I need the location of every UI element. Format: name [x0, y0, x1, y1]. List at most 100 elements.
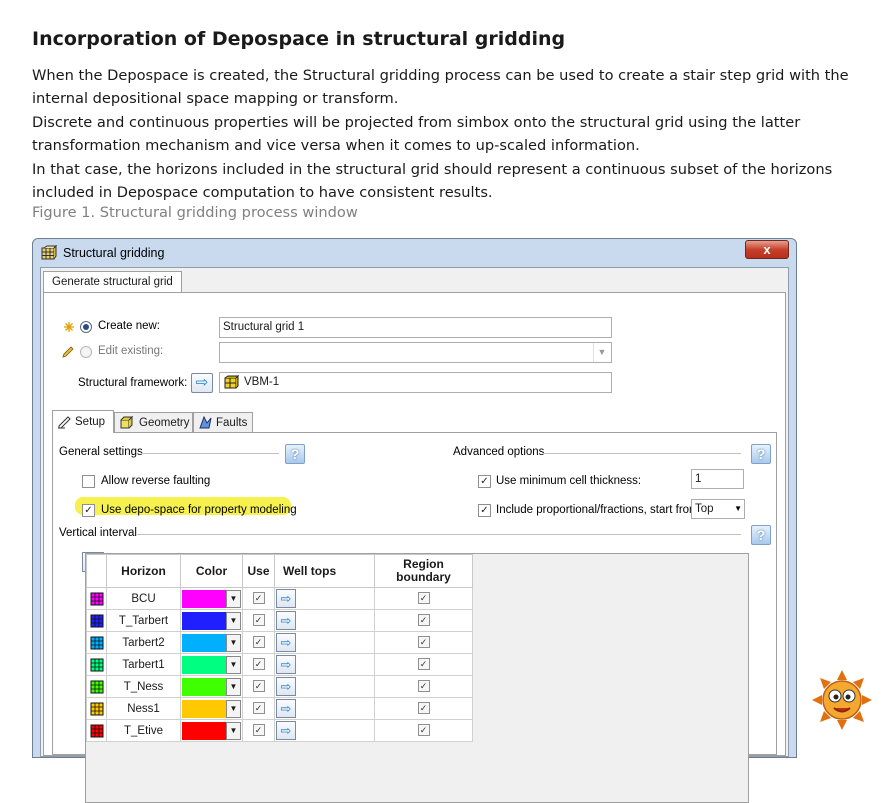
horizon-name-cell[interactable]: T_Tarbert: [106, 609, 181, 632]
use-checkbox[interactable]: ✓: [252, 614, 265, 627]
well-tops-cell[interactable]: ⇨: [274, 587, 375, 610]
well-tops-cell[interactable]: ⇨: [274, 719, 375, 742]
use-checkbox[interactable]: ✓: [252, 636, 265, 649]
region-boundary-cell[interactable]: ✓: [374, 653, 473, 676]
header-use[interactable]: Use: [242, 554, 275, 588]
color-cell[interactable]: ▼: [180, 675, 243, 698]
region-boundary-checkbox[interactable]: ✓: [417, 636, 430, 649]
create-new-input[interactable]: Structural grid 1: [219, 317, 612, 338]
chevron-down-icon[interactable]: ▼: [226, 612, 241, 630]
well-tops-button[interactable]: ⇨: [276, 699, 296, 718]
create-new-radio[interactable]: [80, 321, 92, 333]
well-tops-button[interactable]: ⇨: [276, 677, 296, 696]
table-row[interactable]: T_Tarbert ▼ ✓ ⇨ ✓: [86, 609, 473, 632]
chevron-down-icon[interactable]: ▼: [593, 343, 610, 362]
well-tops-cell[interactable]: ⇨: [274, 675, 375, 698]
use-checkbox[interactable]: ✓: [252, 592, 265, 605]
color-cell[interactable]: ▼: [180, 697, 243, 720]
region-boundary-cell[interactable]: ✓: [374, 587, 473, 610]
table-row[interactable]: T_Ness ▼ ✓ ⇨ ✓: [86, 675, 473, 698]
allow-reverse-checkbox[interactable]: [82, 475, 95, 488]
region-boundary-checkbox[interactable]: ✓: [417, 724, 430, 737]
insert-framework-button[interactable]: ⇨: [191, 373, 213, 393]
edit-existing-radio[interactable]: [80, 346, 92, 358]
chevron-down-icon[interactable]: ▼: [226, 634, 241, 652]
horizon-name-cell[interactable]: Ness1: [106, 697, 181, 720]
use-cell[interactable]: ✓: [242, 587, 275, 610]
chevron-down-icon[interactable]: ▼: [226, 722, 241, 740]
horizon-name-cell[interactable]: T_Etive: [106, 719, 181, 742]
region-boundary-checkbox[interactable]: ✓: [417, 658, 430, 671]
chevron-down-icon[interactable]: ▼: [226, 590, 241, 608]
tab-faults[interactable]: Faults: [193, 412, 253, 432]
well-tops-cell[interactable]: ⇨: [274, 653, 375, 676]
color-cell[interactable]: ▼: [180, 631, 243, 654]
use-checkbox[interactable]: ✓: [252, 724, 265, 737]
color-swatch[interactable]: [182, 612, 226, 630]
region-boundary-checkbox[interactable]: ✓: [417, 614, 430, 627]
use-checkbox[interactable]: ✓: [252, 702, 265, 715]
header-region-boundary[interactable]: Region boundary: [374, 554, 473, 588]
table-row[interactable]: Tarbert1 ▼ ✓ ⇨ ✓: [86, 653, 473, 676]
well-tops-cell[interactable]: ⇨: [274, 697, 375, 720]
horizon-name-cell[interactable]: T_Ness: [106, 675, 181, 698]
well-tops-button[interactable]: ⇨: [276, 589, 296, 608]
edit-existing-dropdown[interactable]: [219, 342, 612, 363]
use-cell[interactable]: ✓: [242, 719, 275, 742]
color-cell[interactable]: ▼: [180, 653, 243, 676]
use-checkbox[interactable]: ✓: [252, 680, 265, 693]
use-cell[interactable]: ✓: [242, 653, 275, 676]
color-cell[interactable]: ▼: [180, 587, 243, 610]
color-swatch[interactable]: [182, 700, 226, 718]
header-well-tops[interactable]: Well tops: [274, 554, 375, 588]
min-cell-input[interactable]: 1: [691, 469, 744, 489]
color-cell[interactable]: ▼: [180, 609, 243, 632]
header-horizon[interactable]: Horizon: [106, 554, 181, 588]
use-cell[interactable]: ✓: [242, 697, 275, 720]
region-boundary-cell[interactable]: ✓: [374, 697, 473, 720]
use-cell[interactable]: ✓: [242, 609, 275, 632]
well-tops-cell[interactable]: ⇨: [274, 609, 375, 632]
well-tops-cell[interactable]: ⇨: [274, 631, 375, 654]
well-tops-button[interactable]: ⇨: [276, 721, 296, 740]
chevron-down-icon[interactable]: ▼: [226, 678, 241, 696]
table-row[interactable]: Tarbert2 ▼ ✓ ⇨ ✓: [86, 631, 473, 654]
framework-input[interactable]: VBM-1: [219, 372, 612, 393]
color-swatch[interactable]: [182, 656, 226, 674]
table-row[interactable]: T_Etive ▼ ✓ ⇨ ✓: [86, 719, 473, 742]
use-checkbox[interactable]: ✓: [252, 658, 265, 671]
region-boundary-checkbox[interactable]: ✓: [417, 702, 430, 715]
well-tops-button[interactable]: ⇨: [276, 655, 296, 674]
use-cell[interactable]: ✓: [242, 631, 275, 654]
chevron-down-icon[interactable]: ▼: [226, 700, 241, 718]
color-swatch[interactable]: [182, 590, 226, 608]
region-boundary-cell[interactable]: ✓: [374, 631, 473, 654]
region-boundary-cell[interactable]: ✓: [374, 719, 473, 742]
use-depospace-checkbox[interactable]: ✓: [82, 504, 95, 517]
region-boundary-checkbox[interactable]: ✓: [417, 592, 430, 605]
general-help-button[interactable]: ?: [285, 444, 305, 464]
table-row[interactable]: Ness1 ▼ ✓ ⇨ ✓: [86, 697, 473, 720]
horizon-name-cell[interactable]: BCU: [106, 587, 181, 610]
color-swatch[interactable]: [182, 634, 226, 652]
well-tops-button[interactable]: ⇨: [276, 633, 296, 652]
region-boundary-cell[interactable]: ✓: [374, 609, 473, 632]
well-tops-button[interactable]: ⇨: [276, 611, 296, 630]
horizon-name-cell[interactable]: Tarbert2: [106, 631, 181, 654]
tab-setup[interactable]: Setup: [52, 410, 114, 433]
advanced-help-button[interactable]: ?: [751, 444, 771, 464]
region-boundary-cell[interactable]: ✓: [374, 675, 473, 698]
header-color[interactable]: Color: [180, 554, 243, 588]
min-cell-checkbox[interactable]: ✓: [478, 475, 491, 488]
horizon-name-cell[interactable]: Tarbert1: [106, 653, 181, 676]
chevron-down-icon[interactable]: ▼: [226, 656, 241, 674]
tab-geometry[interactable]: Geometry: [114, 412, 193, 432]
include-prop-checkbox[interactable]: ✓: [478, 504, 491, 517]
title-bar[interactable]: Structural gridding x: [33, 239, 796, 267]
color-cell[interactable]: ▼: [180, 719, 243, 742]
color-swatch[interactable]: [182, 678, 226, 696]
region-boundary-checkbox[interactable]: ✓: [417, 680, 430, 693]
start-from-dropdown[interactable]: Top ▼: [691, 499, 745, 519]
tab-generate-structural-grid[interactable]: Generate structural grid: [43, 271, 182, 293]
close-button[interactable]: x: [745, 240, 789, 259]
